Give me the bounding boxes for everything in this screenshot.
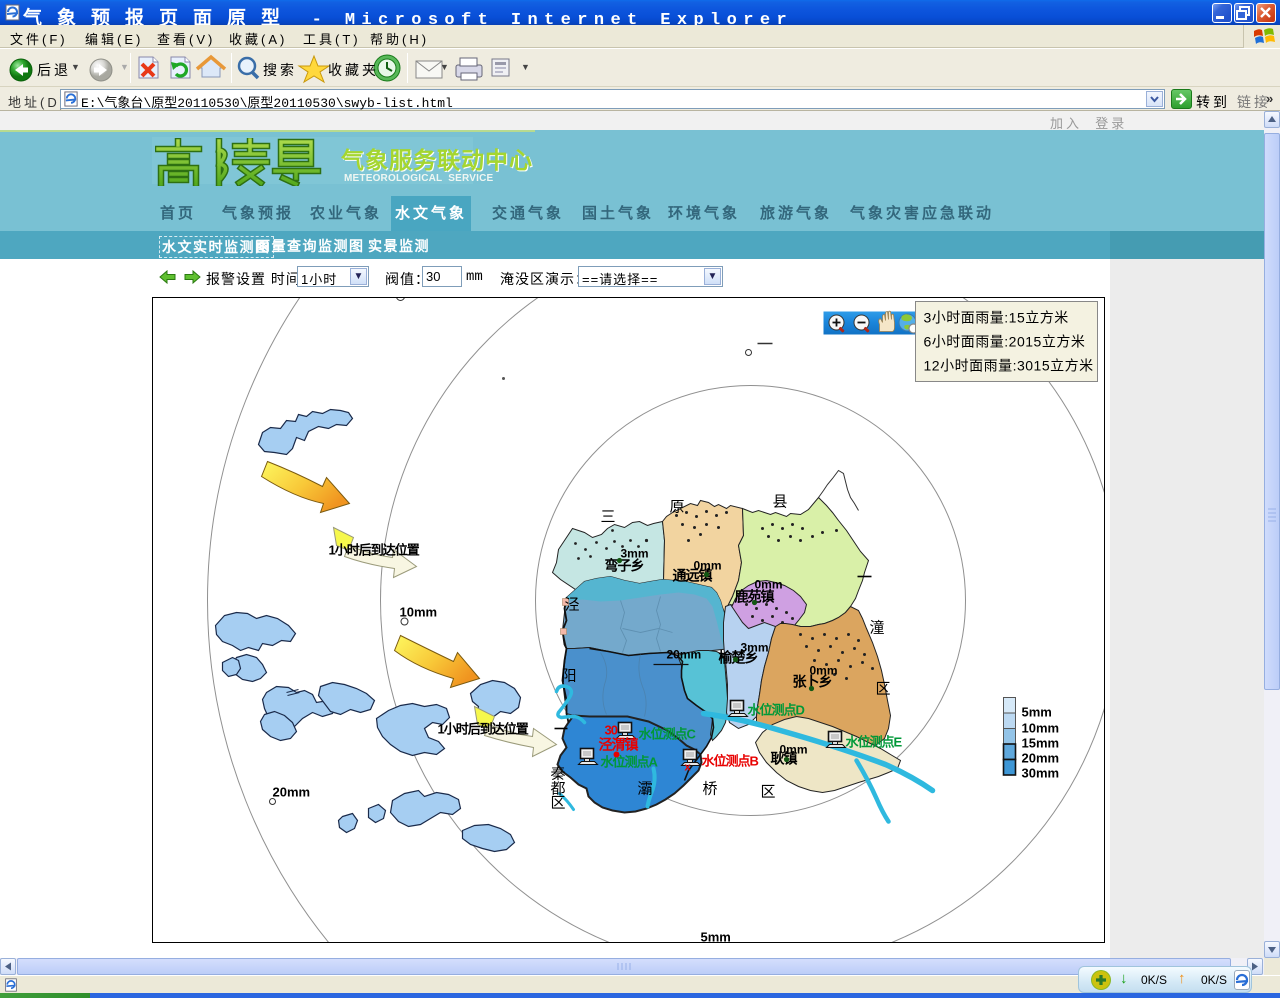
svg-text:0mm: 0mm [810,664,838,678]
svg-text:水位测点D: 水位测点D [748,703,805,718]
svg-text:潼: 潼 [870,619,885,637]
svg-text:3mm: 3mm [621,547,649,561]
svg-text:10mm: 10mm [1022,721,1060,736]
svg-text:10mm: 10mm [400,605,438,620]
svg-text:1小时后到达位置: 1小时后到达位置 [329,543,420,558]
svg-text:3mm: 3mm [741,641,769,655]
svg-text:20mm: 20mm [273,785,311,800]
svg-text:区: 区 [761,784,776,801]
svg-text:5mm: 5mm [701,930,731,943]
svg-text:县: 县 [773,494,788,511]
svg-text:水位测点E: 水位测点E [846,735,903,750]
svg-text:阳: 阳 [562,668,577,685]
svg-text:15mm: 15mm [1022,736,1060,751]
svg-text:12小时面雨量:3015立方米: 12小时面雨量:3015立方米 [924,358,1094,374]
svg-text:5mm: 5mm [1022,705,1052,720]
svg-text:区: 区 [551,795,566,812]
svg-text:30: 30 [605,723,618,738]
svg-text:水位测点C: 水位测点C [639,727,697,742]
svg-text:三: 三 [601,509,616,526]
svg-text:1小时后到达位置: 1小时后到达位置 [438,722,529,737]
svg-text:原: 原 [670,499,685,516]
svg-text:水位测点B: 水位测点B [702,754,759,769]
svg-text:6小时面雨量:2015立方米: 6小时面雨量:2015立方米 [924,334,1086,350]
svg-text:水位测点A: 水位测点A [601,755,659,770]
svg-text:3小时面雨量:15立方米: 3小时面雨量:15立方米 [924,310,1069,326]
svg-text:灞: 灞 [638,781,653,798]
svg-text:20mm: 20mm [667,648,702,662]
svg-text:区: 区 [876,681,891,698]
svg-text:桥: 桥 [703,781,718,798]
svg-text:0mm: 0mm [780,743,808,757]
svg-text:泾渭镇: 泾渭镇 [599,737,639,753]
svg-text:0mm: 0mm [694,559,722,573]
svg-text:20mm: 20mm [1022,751,1060,766]
svg-text:0mm: 0mm [755,578,783,592]
svg-text:泾: 泾 [565,597,580,614]
svg-text:30mm: 30mm [1022,766,1060,781]
